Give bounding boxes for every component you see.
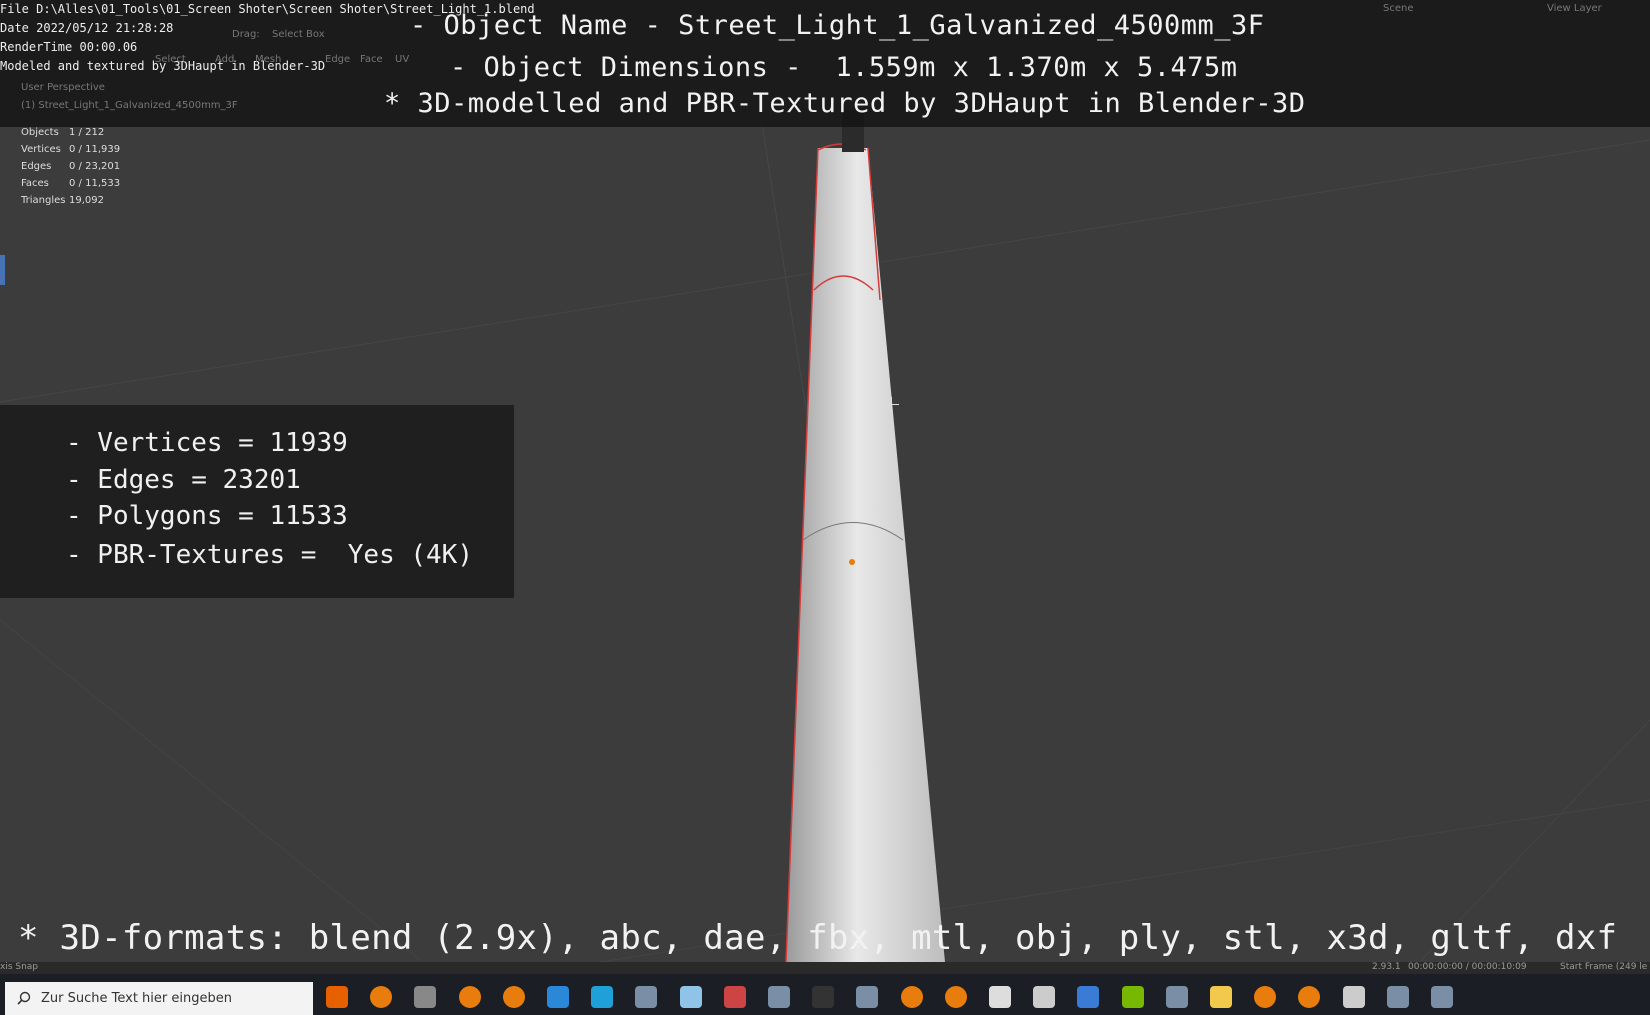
- stats-edges: Edges 0 / 23,201: [21, 161, 121, 172]
- view-label: User Perspective: [21, 82, 105, 93]
- menu-uv[interactable]: UV: [395, 54, 409, 65]
- info-textures: - PBR-Textures = Yes (4K): [66, 540, 473, 570]
- stats-triangles: Triangles 19,092: [21, 195, 104, 206]
- calendar-icon[interactable]: [1077, 986, 1100, 1008]
- street-light-pole: [786, 148, 945, 962]
- object-name-line: - Object Name - Street_Light_1_Galvanize…: [410, 10, 1265, 41]
- stats-faces: Faces 0 / 11,533: [21, 178, 121, 189]
- paint-icon[interactable]: [723, 986, 746, 1008]
- 3d-cursor-icon: [884, 397, 899, 412]
- blender-icon[interactable]: [900, 986, 923, 1008]
- folder-icon[interactable]: [1210, 986, 1232, 1008]
- app-icon[interactable]: [1165, 986, 1188, 1008]
- app-icon[interactable]: [1431, 986, 1453, 1008]
- blender-icon[interactable]: [502, 986, 525, 1008]
- app-icon[interactable]: [1386, 986, 1409, 1008]
- mail-icon[interactable]: [547, 986, 569, 1008]
- search-placeholder: Zur Suche Text hier eingeben: [41, 991, 232, 1006]
- stats-vertices: Vertices 0 / 11,939: [21, 144, 121, 155]
- status-timecode: 00:00:00:00 / 00:00:10:09: [1408, 962, 1527, 972]
- edge-icon[interactable]: [591, 986, 614, 1008]
- panda-icon[interactable]: [989, 986, 1011, 1008]
- drag-select[interactable]: Select Box: [272, 29, 325, 40]
- credit-line: * 3D-modelled and PBR-Textured by 3DHaup…: [384, 88, 1306, 119]
- scene-selector[interactable]: Scene: [1383, 3, 1414, 14]
- obs-icon[interactable]: [414, 986, 437, 1008]
- firefox-icon[interactable]: [326, 986, 348, 1008]
- grid-line: [0, 619, 421, 961]
- blender-icon[interactable]: [944, 986, 967, 1008]
- search-icon: [17, 991, 31, 1005]
- drag-label: Drag:: [232, 29, 260, 40]
- formats-line: * 3D-formats: blend (2.9x), abc, dae, fb…: [18, 918, 1618, 958]
- menu-face[interactable]: Face: [360, 54, 383, 65]
- terminal-icon[interactable]: [812, 986, 835, 1008]
- status-version: 2.93.1: [1372, 962, 1401, 972]
- nvidia-icon[interactable]: [1121, 986, 1144, 1008]
- windows-taskbar: Zur Suche Text hier eingeben: [0, 974, 1650, 1015]
- stats-objects: Objects 1 / 212: [21, 127, 105, 138]
- object-label: (1) Street_Light_1_Galvanized_4500mm_3F: [21, 100, 238, 111]
- info-vertices: - Vertices = 11939: [66, 428, 348, 458]
- info-edges: - Edges = 23201: [66, 465, 301, 495]
- menu-mesh[interactable]: Mesh: [255, 54, 281, 65]
- settings-icon[interactable]: [1342, 986, 1365, 1008]
- toolbar-active-tool[interactable]: [0, 255, 5, 285]
- render-date: Date 2022/05/12 21:28:28: [0, 21, 174, 35]
- info-polygons: - Polygons = 11533: [66, 501, 348, 531]
- status-bar: xis Snap 2.93.1 00:00:00:00 / 00:00:10:0…: [0, 962, 1650, 974]
- notepad-icon[interactable]: [679, 986, 702, 1008]
- status-snap: xis Snap: [0, 962, 39, 972]
- app-icon[interactable]: [635, 986, 658, 1008]
- blender-icon[interactable]: [1254, 986, 1277, 1008]
- object-dimensions-line: - Object Dimensions - 1.559m x 1.370m x …: [450, 52, 1238, 83]
- blender-icon[interactable]: [370, 986, 393, 1008]
- app-icon[interactable]: [768, 986, 790, 1008]
- render-time: RenderTime 00:00.06: [0, 40, 138, 54]
- menu-add[interactable]: Add: [215, 54, 234, 65]
- menu-edge[interactable]: Edge: [325, 54, 350, 65]
- taskbar-search-box[interactable]: Zur Suche Text hier eingeben: [5, 982, 313, 1015]
- blender-icon[interactable]: [1298, 986, 1321, 1008]
- blender-icon[interactable]: [458, 986, 481, 1008]
- menu-select[interactable]: Select: [155, 54, 186, 65]
- view-layer-selector[interactable]: View Layer: [1547, 3, 1602, 14]
- cube-icon[interactable]: [1033, 986, 1056, 1008]
- app-icon[interactable]: [856, 986, 879, 1008]
- object-origin: [849, 559, 855, 565]
- status-frame: Start Frame (249 le: [1560, 962, 1648, 972]
